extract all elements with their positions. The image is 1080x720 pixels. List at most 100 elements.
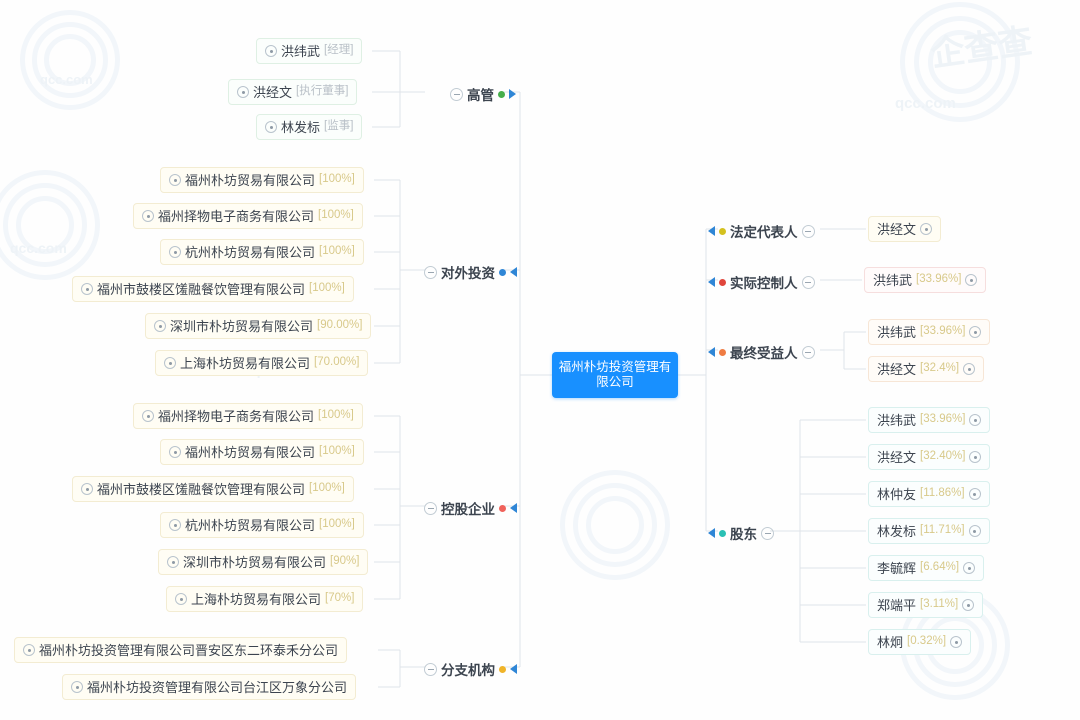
branch-shareholders[interactable]: 股东: [708, 523, 774, 543]
node-shareholder[interactable]: 林发标 [11.71%]: [868, 518, 990, 544]
person-name: 洪经文: [877, 361, 917, 377]
expand-icon[interactable]: [920, 223, 933, 235]
branch-legal-representative[interactable]: 法定代表人: [708, 221, 815, 241]
collapse-icon-legal-representative[interactable]: [801, 224, 815, 238]
expand-icon[interactable]: [175, 593, 187, 605]
expand-icon[interactable]: [265, 45, 277, 57]
ownership-pct: [100%]: [318, 209, 354, 222]
expand-icon[interactable]: [968, 488, 981, 500]
expand-icon[interactable]: [968, 525, 981, 537]
company-name: 杭州朴坊贸易有限公司: [185, 517, 316, 533]
branch-actual-controller[interactable]: 实际控制人: [708, 272, 815, 292]
expand-icon[interactable]: [950, 636, 963, 648]
expand-icon[interactable]: [169, 519, 181, 531]
node-holding-company[interactable]: 上海朴坊贸易有限公司 [70%]: [166, 586, 364, 612]
collapse-icon-outbound-investment[interactable]: [424, 265, 437, 279]
collapse-icon-executives[interactable]: [450, 87, 463, 101]
expand-icon[interactable]: [265, 121, 277, 133]
branch-arrow-outbound-investment[interactable]: [510, 267, 517, 277]
expand-icon[interactable]: [169, 174, 181, 186]
expand-icon[interactable]: [969, 326, 982, 338]
node-executive[interactable]: 洪纬武 [经理]: [256, 38, 363, 64]
branch-holding-enterprise[interactable]: 控股企业: [424, 498, 517, 518]
node-executive[interactable]: 洪经文 [执行董事]: [228, 79, 358, 105]
node-invested-company[interactable]: 福州市鼓楼区馐融餐饮管理有限公司 [100%]: [72, 276, 354, 302]
branch-arrow-holding-enterprise[interactable]: [510, 503, 517, 513]
collapse-icon-actual-controller[interactable]: [801, 275, 815, 289]
ownership-pct: [100%]: [318, 409, 354, 422]
ownership-pct: [70.00%]: [314, 356, 360, 369]
collapse-icon-final-beneficiary[interactable]: [801, 345, 815, 359]
branch-final-beneficiary[interactable]: 最终受益人: [708, 342, 815, 362]
ownership-pct: [32.40%]: [920, 450, 966, 463]
expand-icon[interactable]: [965, 274, 978, 286]
branch-arrow-executives[interactable]: [509, 89, 516, 99]
node-final-beneficiary[interactable]: 洪纬武 [33.96%]: [868, 319, 991, 345]
node-holding-company[interactable]: 杭州朴坊贸易有限公司 [100%]: [160, 512, 364, 538]
expand-icon[interactable]: [167, 556, 179, 568]
node-holding-company[interactable]: 福州择物电子商务有限公司 [100%]: [133, 403, 363, 429]
node-shareholder[interactable]: 林仲友 [11.86%]: [868, 481, 990, 507]
node-branch-office[interactable]: 福州朴坊投资管理有限公司台江区万象分公司: [62, 674, 357, 700]
expand-icon[interactable]: [142, 410, 154, 422]
node-executive[interactable]: 林发标 [监事]: [256, 114, 363, 140]
expand-icon[interactable]: [71, 681, 83, 693]
expand-icon[interactable]: [142, 210, 154, 222]
branch-executives[interactable]: 高管: [450, 84, 516, 104]
branch-arrow-branch-offices[interactable]: [510, 664, 517, 674]
branch-label-executives: 高管: [467, 88, 494, 103]
expand-icon[interactable]: [969, 414, 982, 426]
expand-icon[interactable]: [969, 451, 982, 463]
expand-icon[interactable]: [164, 357, 176, 369]
node-invested-company[interactable]: 深圳市朴坊贸易有限公司 [90.00%]: [145, 313, 372, 339]
branch-label-holding-enterprise: 控股企业: [441, 502, 495, 517]
expand-icon[interactable]: [154, 320, 166, 332]
person-name: 林发标: [281, 119, 321, 135]
ownership-pct: [100%]: [319, 518, 355, 531]
watermark-text: 企查查: [928, 22, 1035, 74]
node-branch-office[interactable]: 福州朴坊投资管理有限公司晋安区东二环泰禾分公司: [14, 637, 348, 663]
ownership-pct: [90%]: [330, 555, 360, 568]
expand-icon[interactable]: [237, 86, 249, 98]
branch-branch-offices[interactable]: 分支机构: [424, 659, 517, 679]
branch-label-final-beneficiary: 最终受益人: [730, 346, 798, 361]
collapse-icon-holding-enterprise[interactable]: [424, 501, 437, 515]
node-holding-company[interactable]: 福州朴坊贸易有限公司 [100%]: [160, 439, 364, 465]
branch-arrow-shareholders[interactable]: [708, 528, 715, 538]
node-shareholder[interactable]: 洪纬武 [33.96%]: [868, 407, 991, 433]
expand-icon[interactable]: [169, 246, 181, 258]
node-invested-company[interactable]: 福州择物电子商务有限公司 [100%]: [133, 203, 363, 229]
expand-icon[interactable]: [81, 483, 93, 495]
expand-icon[interactable]: [169, 446, 181, 458]
expand-icon[interactable]: [963, 363, 976, 375]
branch-arrow-actual-controller[interactable]: [708, 277, 715, 287]
expand-icon[interactable]: [81, 283, 93, 295]
node-holding-company[interactable]: 福州市鼓楼区馐融餐饮管理有限公司 [100%]: [72, 476, 354, 502]
collapse-icon-branch-offices[interactable]: [424, 662, 437, 676]
node-shareholder[interactable]: 洪经文 [32.40%]: [868, 444, 991, 470]
node-legal-representative[interactable]: 洪经文: [868, 216, 942, 242]
node-invested-company[interactable]: 福州朴坊贸易有限公司 [100%]: [160, 167, 364, 193]
branch-arrow-final-beneficiary[interactable]: [708, 347, 715, 357]
node-shareholder[interactable]: 林炯 [0.32%]: [868, 629, 972, 655]
node-holding-company[interactable]: 深圳市朴坊贸易有限公司 [90%]: [158, 549, 369, 575]
expand-icon[interactable]: [962, 599, 975, 611]
ownership-pct: [70%]: [325, 592, 355, 605]
node-shareholder[interactable]: 郑端平 [3.11%]: [868, 592, 984, 618]
node-invested-company[interactable]: 上海朴坊贸易有限公司 [70.00%]: [155, 350, 369, 376]
org-chart-canvas[interactable]: 企查查 qcc.com qcc.com qcc.com qcc.com: [0, 0, 1080, 720]
ownership-pct: [100%]: [309, 282, 345, 295]
node-actual-controller[interactable]: 洪纬武 [33.96%]: [864, 267, 987, 293]
ownership-pct: [6.64%]: [920, 561, 960, 574]
branch-arrow-legal-representative[interactable]: [708, 226, 715, 236]
company-name: 福州市鼓楼区馐融餐饮管理有限公司: [97, 281, 306, 297]
node-final-beneficiary[interactable]: 洪经文 [32.4%]: [868, 356, 985, 382]
node-shareholder[interactable]: 李毓辉 [6.64%]: [868, 555, 985, 581]
expand-icon[interactable]: [963, 562, 976, 574]
collapse-icon-shareholders[interactable]: [761, 526, 774, 540]
branch-outbound-investment[interactable]: 对外投资: [424, 262, 517, 282]
expand-icon[interactable]: [23, 644, 35, 656]
node-invested-company[interactable]: 杭州朴坊贸易有限公司 [100%]: [160, 239, 364, 265]
ownership-pct: [11.86%]: [920, 487, 965, 500]
center-company-node[interactable]: 福州朴坊投资管理有限公司: [552, 352, 678, 398]
